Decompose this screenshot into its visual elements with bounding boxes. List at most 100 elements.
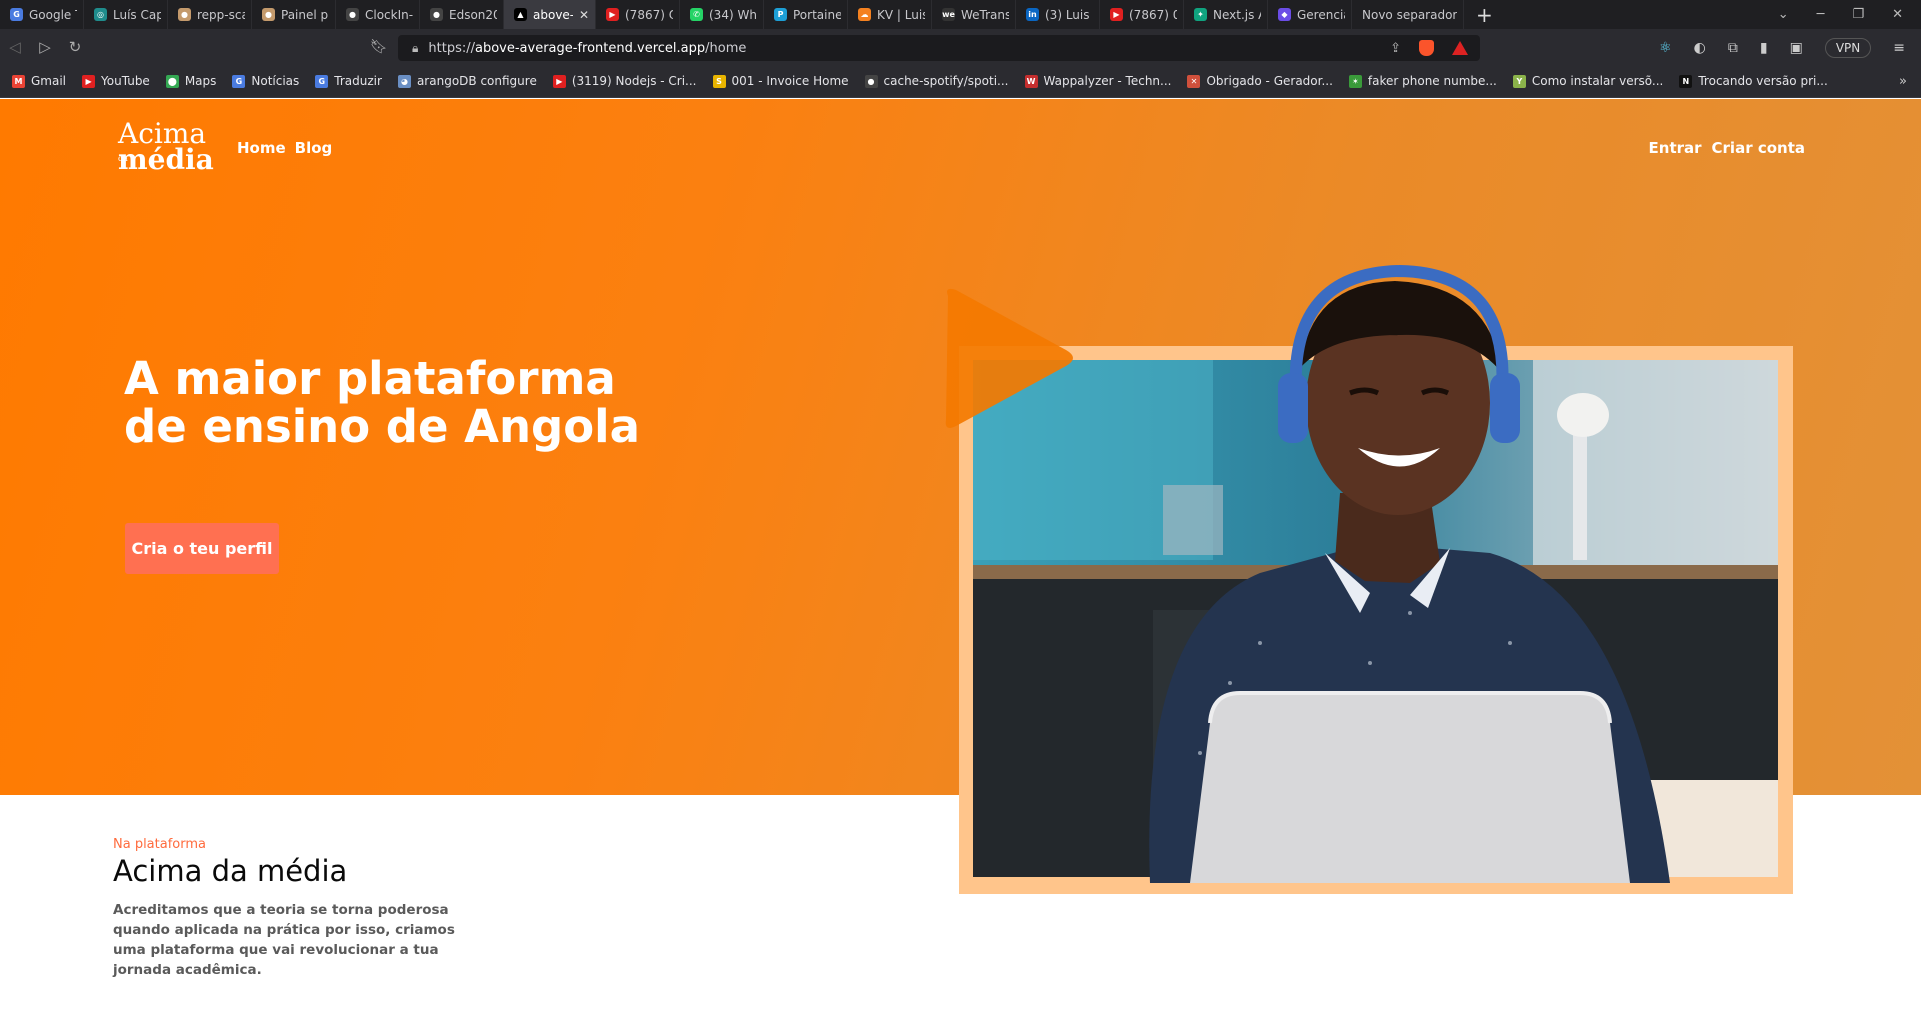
tab[interactable]: G Google Tra bbox=[0, 0, 84, 29]
tab-label: Gerenciado bbox=[1297, 7, 1345, 22]
url-text[interactable]: https://above-average-frontend.vercel.ap… bbox=[428, 41, 746, 56]
vercel-icon: ▲ bbox=[514, 8, 527, 21]
bookmark-item[interactable]: ● cache-spotify/spoti... bbox=[864, 74, 1009, 88]
bookmark-item[interactable]: ◕ arangoDB configure bbox=[397, 74, 537, 88]
google-news-icon: G bbox=[232, 74, 246, 88]
create-profile-button[interactable]: Cria o teu perfil bbox=[125, 523, 279, 574]
login-link[interactable]: Entrar bbox=[1649, 139, 1702, 157]
notion-icon: N bbox=[1679, 74, 1693, 88]
lock-icon: 🔒︎ bbox=[412, 40, 419, 55]
youtube-icon: ▶ bbox=[552, 74, 566, 88]
bookmark-item[interactable]: ▶ YouTube bbox=[82, 74, 150, 88]
restore-icon[interactable]: ❐ bbox=[1852, 7, 1864, 22]
brave-rewards-icon[interactable] bbox=[1452, 41, 1468, 55]
wallet-icon[interactable]: ▣ bbox=[1790, 40, 1803, 56]
tab[interactable]: ▶ (7867) Ope bbox=[596, 0, 680, 29]
extensions-area: ⚛ ◐ ⧉ ▮ ▣ VPN ≡ bbox=[1659, 35, 1905, 61]
page-viewport: Acima da média Home Blog Entrar Criar co… bbox=[0, 99, 1921, 1032]
forward-icon[interactable]: ▷ bbox=[30, 38, 60, 56]
bookmarks-overflow-icon[interactable]: » bbox=[1899, 74, 1921, 89]
section-title: Acima da média bbox=[113, 854, 348, 888]
tab[interactable]: ◆ Gerenciado bbox=[1268, 0, 1352, 29]
bookmark-item[interactable]: M Gmail bbox=[12, 74, 66, 88]
tab[interactable]: ● ClockIn-It/f bbox=[336, 0, 420, 29]
tab[interactable]: ▶ (7867) 0 Int bbox=[1100, 0, 1184, 29]
tab[interactable]: in (3) Luis Cap bbox=[1016, 0, 1100, 29]
url-prefix: https:// bbox=[428, 40, 475, 56]
tab[interactable]: P Portainer | bbox=[764, 0, 848, 29]
tab[interactable]: ◎ Luís Caputo bbox=[84, 0, 168, 29]
bookmark-item[interactable]: S 001 - Invoice Home bbox=[712, 74, 849, 88]
tab[interactable]: Novo separador bbox=[1352, 0, 1464, 29]
bookmark-item[interactable]: W Wappalyzer - Techn... bbox=[1024, 74, 1172, 88]
bookmark-page-icon[interactable]: 🔖︎ bbox=[370, 39, 388, 55]
address-bar[interactable]: 🔒︎ https://above-average-frontend.vercel… bbox=[398, 35, 1480, 61]
logo-line2: média bbox=[118, 143, 214, 176]
google-translate-icon: G bbox=[315, 74, 329, 88]
tab[interactable]: we WeTransfer bbox=[932, 0, 1016, 29]
bookmark-item[interactable]: Y Como instalar versõ... bbox=[1512, 74, 1664, 88]
bookmarks-bar: M Gmail ▶ YouTube ⬤ Maps G Notícias G Traduzir ◕ ar… bbox=[0, 65, 1921, 98]
nav-blog-link[interactable]: Blog bbox=[295, 139, 333, 157]
vpn-button[interactable]: VPN bbox=[1824, 38, 1872, 58]
chatgpt-icon: ✦ bbox=[1194, 8, 1207, 21]
tab-label: Google Tra bbox=[29, 7, 77, 22]
bookmark-item[interactable]: N Trocando versão pri... bbox=[1679, 74, 1828, 88]
new-tab-button[interactable]: + bbox=[1464, 3, 1505, 27]
tab[interactable]: ● repp-scann bbox=[168, 0, 252, 29]
url-domain: above-average-frontend.vercel.app bbox=[475, 40, 706, 56]
tab-label: WeTransfer bbox=[961, 7, 1009, 22]
minimize-icon[interactable]: ─ bbox=[1817, 7, 1825, 22]
bookmark-item[interactable]: G Notícias bbox=[232, 74, 299, 88]
sidebar-icon[interactable]: ▮ bbox=[1760, 40, 1768, 56]
tutorial-icon: Y bbox=[1512, 74, 1526, 88]
reload-icon[interactable]: ↻ bbox=[60, 38, 90, 56]
bookmark-label: arangoDB configure bbox=[416, 74, 537, 88]
close-tab-icon[interactable]: ✕ bbox=[579, 8, 589, 22]
tab-label: Portainer | bbox=[793, 7, 841, 22]
tab-label: (3) Luis Cap bbox=[1045, 7, 1093, 22]
youtube-icon: ▶ bbox=[1110, 8, 1123, 21]
about-section: Na plataforma Acima da média Acreditamos… bbox=[113, 837, 513, 980]
bookmark-label: Como instalar versõ... bbox=[1531, 74, 1664, 88]
youtube-icon: ▶ bbox=[82, 74, 96, 88]
tab[interactable]: ● Edson2001 bbox=[420, 0, 504, 29]
bookmark-item[interactable]: ⬤ Maps bbox=[165, 74, 216, 88]
hero-title: A maior plataforma de ensino de Angola bbox=[124, 352, 640, 453]
linkedin-icon: in bbox=[1026, 8, 1039, 21]
section-kicker: Na plataforma bbox=[113, 837, 206, 852]
close-window-icon[interactable]: ✕ bbox=[1892, 7, 1903, 22]
brave-shields-icon[interactable] bbox=[1419, 40, 1434, 56]
url-path: /home bbox=[705, 40, 747, 56]
tab-label: Edson2001 bbox=[449, 7, 497, 22]
bookmark-item[interactable]: G Traduzir bbox=[315, 74, 382, 88]
bookmark-item[interactable]: ✕ Obrigado - Gerador... bbox=[1187, 74, 1333, 88]
bookmark-label: YouTube bbox=[101, 74, 150, 88]
share-icon[interactable]: ⇪ bbox=[1390, 41, 1401, 56]
main-nav: Home Blog bbox=[237, 139, 332, 157]
browser-tab-strip: G Google Tra ◎ Luís Caputo ● repp-scann ● Paine… bbox=[0, 0, 1921, 29]
tab[interactable]: ✦ Next.js Abo bbox=[1184, 0, 1268, 29]
tab[interactable]: ✆ (34) Whats bbox=[680, 0, 764, 29]
logo-small: da bbox=[118, 154, 128, 163]
bookmark-item[interactable]: ✶ faker phone numbe... bbox=[1348, 74, 1497, 88]
extensions-puzzle-icon[interactable]: ⧉ bbox=[1728, 40, 1738, 56]
extension-circle-icon[interactable]: ◐ bbox=[1694, 40, 1706, 56]
react-devtools-icon[interactable]: ⚛ bbox=[1659, 40, 1672, 56]
bookmark-label: Wappalyzer - Techn... bbox=[1043, 74, 1172, 88]
bookmark-label: (3119) Nodejs - Cri... bbox=[571, 74, 697, 88]
tab[interactable]: ☁ KV | Luiscap bbox=[848, 0, 932, 29]
site-logo[interactable]: Acima da média bbox=[118, 120, 214, 176]
signup-link[interactable]: Criar conta bbox=[1712, 139, 1805, 157]
section-description: Acreditamos que a teoria se torna podero… bbox=[113, 902, 455, 978]
menu-icon[interactable]: ≡ bbox=[1893, 40, 1905, 56]
avatar-icon: ● bbox=[262, 8, 275, 21]
window-controls: ⌄ ─ ❐ ✕ bbox=[1778, 7, 1921, 22]
tab-list-chevron-icon[interactable]: ⌄ bbox=[1778, 7, 1789, 22]
nav-home-link[interactable]: Home bbox=[237, 139, 286, 157]
bookmark-label: faker phone numbe... bbox=[1367, 74, 1497, 88]
bookmark-item[interactable]: ▶ (3119) Nodejs - Cri... bbox=[552, 74, 697, 88]
back-icon[interactable]: ◁ bbox=[0, 38, 30, 56]
tab-active[interactable]: ▲ above-a ✕ bbox=[504, 0, 596, 29]
tab[interactable]: ● Painel princ bbox=[252, 0, 336, 29]
